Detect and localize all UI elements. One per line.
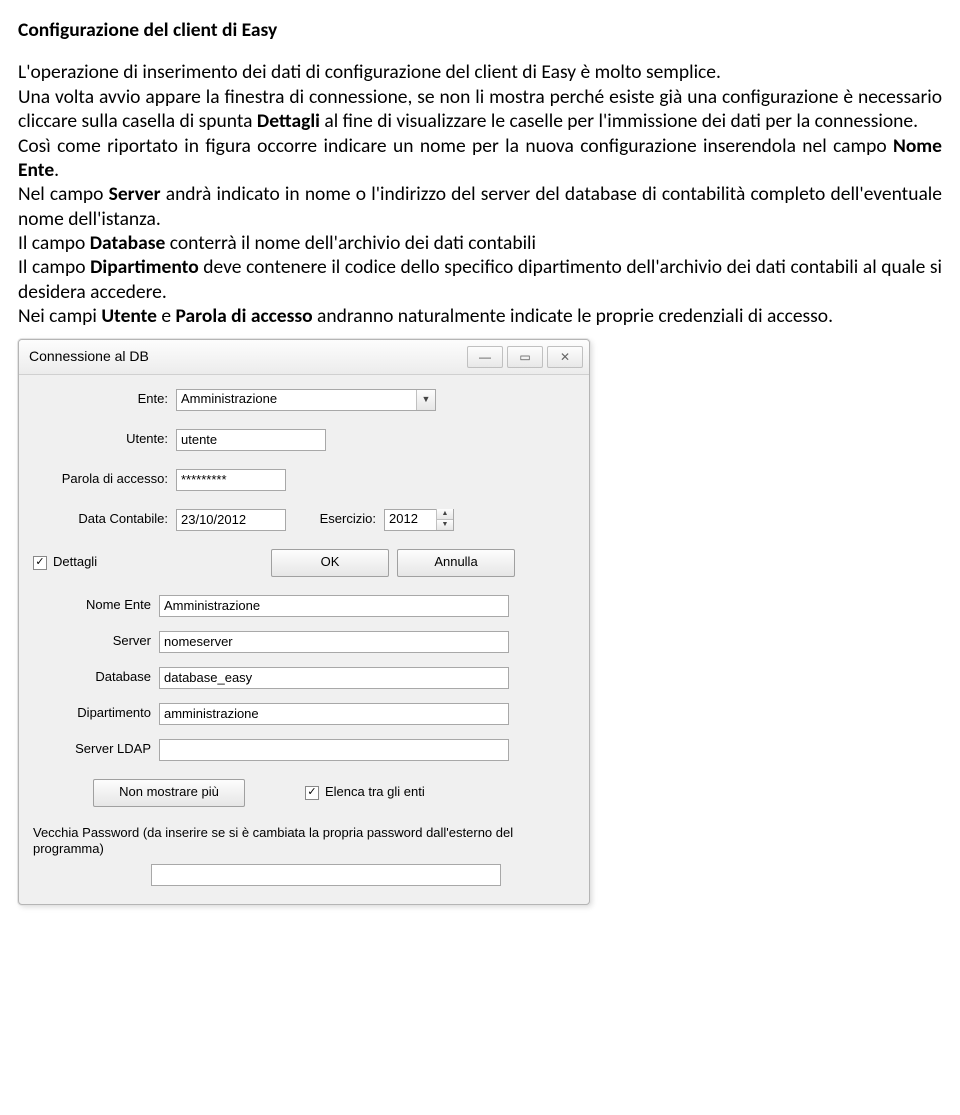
chevron-down-icon[interactable]: ▼	[416, 390, 435, 410]
doc-p4: Nel campo Server andrà indicato in nome …	[18, 182, 942, 231]
doc-p7: Nei campi Utente e Parola di accesso and…	[18, 304, 942, 328]
ente-label: Ente:	[33, 391, 176, 407]
spin-up-icon[interactable]: ▲	[437, 509, 453, 520]
doc-p6: Il campo Dipartimento deve contenere il …	[18, 255, 942, 304]
cancel-button[interactable]: Annulla	[397, 549, 515, 577]
utente-label: Utente:	[33, 431, 176, 447]
ente-value: Amministrazione	[181, 391, 277, 407]
ok-button[interactable]: OK	[271, 549, 389, 577]
doc-p5: Il campo Database conterrà il nome dell'…	[18, 231, 942, 255]
esercizio-value: 2012	[389, 511, 436, 527]
dipartimento-label: Dipartimento	[33, 705, 159, 721]
doc-body: L'operazione di inserimento dei dati di …	[18, 60, 942, 328]
doc-p1: L'operazione di inserimento dei dati di …	[18, 60, 942, 84]
elenca-checkbox[interactable]	[305, 786, 319, 800]
close-icon: ✕	[560, 351, 570, 363]
dettagli-checkbox[interactable]	[33, 556, 47, 570]
database-label: Database	[33, 669, 159, 685]
server-input[interactable]	[159, 631, 509, 653]
server-ldap-input[interactable]	[159, 739, 509, 761]
server-label: Server	[33, 633, 159, 649]
data-contabile-label: Data Contabile:	[33, 511, 176, 527]
esercizio-spinner[interactable]: 2012 ▲ ▼	[384, 509, 454, 531]
old-password-label: Vecchia Password (da inserire se si è ca…	[33, 825, 575, 859]
window-buttons: — ▭ ✕	[467, 346, 583, 368]
titlebar[interactable]: Connessione al DB — ▭ ✕	[19, 340, 589, 375]
esercizio-label: Esercizio:	[286, 511, 384, 527]
password-input[interactable]	[176, 469, 286, 491]
db-connection-dialog: Connessione al DB — ▭ ✕ Ente: Amministra…	[18, 339, 590, 906]
nome-ente-label: Nome Ente	[33, 597, 159, 613]
server-ldap-label: Server LDAP	[33, 741, 159, 757]
maximize-button[interactable]: ▭	[507, 346, 543, 368]
nome-ente-input[interactable]	[159, 595, 509, 617]
dettagli-label: Dettagli	[53, 554, 97, 570]
minimize-icon: —	[479, 351, 491, 363]
minimize-button[interactable]: —	[467, 346, 503, 368]
doc-p3: Così come riportato in figura occorre in…	[18, 134, 942, 183]
ente-combo[interactable]: Amministrazione ▼	[176, 389, 436, 411]
utente-input[interactable]	[176, 429, 326, 451]
non-mostrare-button[interactable]: Non mostrare più	[93, 779, 245, 807]
dipartimento-input[interactable]	[159, 703, 509, 725]
doc-title: Configurazione del client di Easy	[18, 18, 942, 42]
doc-p2: Una volta avvio appare la finestra di co…	[18, 85, 942, 134]
old-password-input[interactable]	[151, 864, 501, 886]
maximize-icon: ▭	[519, 351, 530, 363]
close-button[interactable]: ✕	[547, 346, 583, 368]
data-contabile-input[interactable]	[176, 509, 286, 531]
elenca-label: Elenca tra gli enti	[325, 784, 425, 800]
password-label: Parola di accesso:	[33, 471, 176, 487]
database-input[interactable]	[159, 667, 509, 689]
window-title: Connessione al DB	[29, 348, 149, 366]
spin-down-icon[interactable]: ▼	[437, 520, 453, 530]
